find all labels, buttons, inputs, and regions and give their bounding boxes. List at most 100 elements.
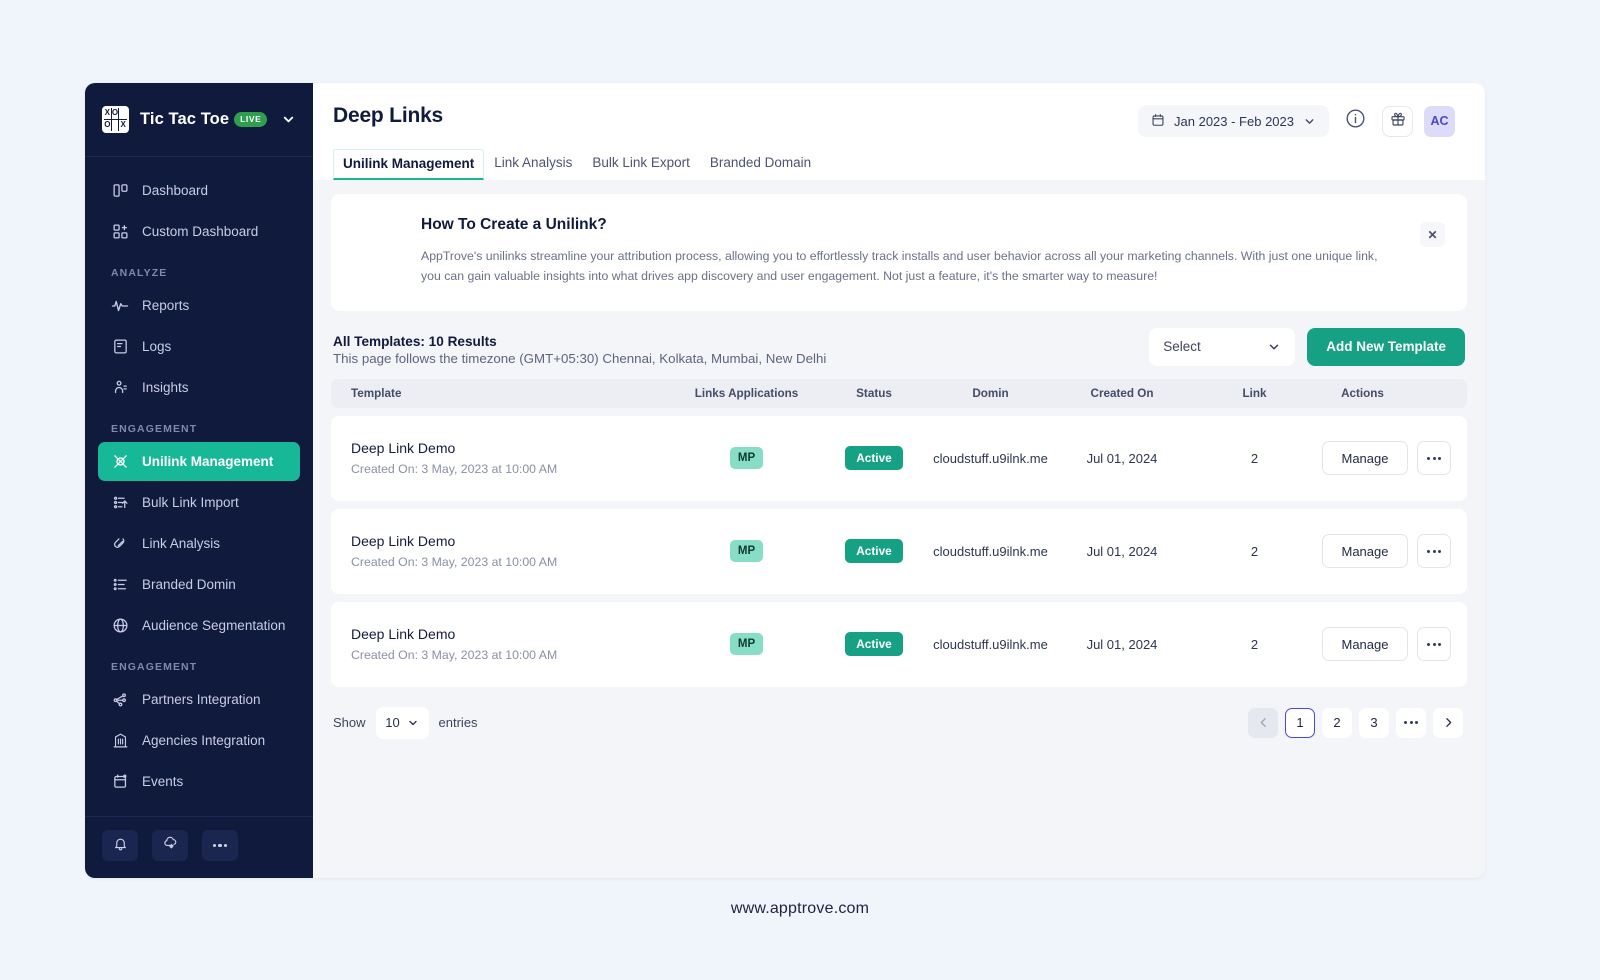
- avatar[interactable]: AC: [1424, 105, 1455, 137]
- sidebar-item-insights[interactable]: Insights: [98, 368, 300, 407]
- chevron-down-icon: [407, 717, 419, 729]
- template-name: Deep Link Demo: [351, 626, 456, 643]
- logs-icon: [111, 338, 129, 356]
- chevron-down-icon: [1303, 115, 1316, 128]
- sidebar-item-label: Unilink Management: [142, 454, 274, 469]
- sidebar-item-link-analysis[interactable]: Link Analysis: [98, 524, 300, 563]
- sidebar-item-label: Insights: [142, 380, 189, 395]
- sidebar-item-bulk-link-import[interactable]: Bulk Link Import: [98, 483, 300, 522]
- row-more-button[interactable]: [1417, 534, 1451, 569]
- sidebar-footer: [85, 816, 313, 878]
- agencies-icon: [111, 732, 129, 750]
- domain-value: cloudstuff.u9ilnk.me: [933, 543, 1048, 559]
- template-name: Deep Link Demo: [351, 533, 456, 550]
- table-row[interactable]: Deep Link Demo Created On: 3 May, 2023 a…: [331, 508, 1467, 594]
- link-count-value: 2: [1250, 543, 1259, 559]
- topbar: Deep Links Jan 2023 - Feb 2023 AC Unilin…: [313, 83, 1485, 180]
- filter-select[interactable]: Select: [1149, 327, 1296, 366]
- column-header-domin: Domin: [972, 386, 1009, 400]
- row-more-button[interactable]: [1417, 627, 1451, 662]
- next-page-button[interactable]: [1433, 707, 1463, 738]
- tab-link-analysis[interactable]: Link Analysis: [484, 149, 582, 180]
- prev-page-button[interactable]: [1248, 707, 1278, 738]
- domain-value: cloudstuff.u9ilnk.me: [933, 636, 1048, 652]
- logo-cell: [119, 108, 127, 120]
- sidebar-item-audience-segmentation[interactable]: Audience Segmentation: [98, 606, 300, 645]
- insights-icon: [111, 379, 129, 397]
- sidebar-item-label: Bulk Link Import: [142, 495, 239, 510]
- filter-select-value: Select: [1163, 339, 1201, 355]
- tab-unilink-management[interactable]: Unilink Management: [333, 149, 485, 180]
- page-size-select[interactable]: 10: [375, 706, 429, 739]
- sidebar: X O O X Tic Tac Toe LIVE Dashboard Custo…: [85, 83, 313, 878]
- template-created-sub: Created On: 3 May, 2023 at 10:00 AM: [351, 462, 558, 477]
- globe-icon: [111, 617, 129, 635]
- close-icon[interactable]: ✕: [1420, 222, 1445, 247]
- rewards-button[interactable]: [1382, 105, 1413, 137]
- more-icon: [1404, 721, 1418, 725]
- pager: 1 2 3: [1248, 707, 1463, 738]
- manage-button[interactable]: Manage: [1322, 534, 1408, 569]
- sidebar-section-engagement-1: ENGAGEMENT: [111, 423, 198, 435]
- bell-icon: [113, 836, 128, 856]
- sidebar-item-logs[interactable]: Logs: [98, 327, 300, 366]
- sidebar-item-label: Events: [142, 774, 184, 789]
- chevron-down-icon[interactable]: [281, 112, 296, 127]
- sidebar-item-branded-domin[interactable]: Branded Domin: [98, 565, 300, 604]
- link-count-value: 2: [1250, 636, 1259, 652]
- footer-url: www.apptrove.com: [730, 900, 870, 917]
- brand-name: Tic Tac Toe: [140, 110, 230, 128]
- page-button-1[interactable]: 1: [1285, 707, 1315, 738]
- brand-switcher[interactable]: X O O X Tic Tac Toe LIVE: [85, 83, 313, 157]
- add-new-template-button[interactable]: Add New Template: [1307, 327, 1465, 366]
- sidebar-item-unilink-management[interactable]: Unilink Management: [98, 442, 300, 481]
- downloads-button[interactable]: [152, 830, 188, 861]
- sidebar-item-label: Logs: [142, 339, 172, 354]
- sidebar-item-reports[interactable]: Reports: [98, 286, 300, 325]
- results-title: All Templates: 10 Results: [333, 333, 497, 349]
- page-tabs: Unilink Management Link Analysis Bulk Li…: [333, 149, 1455, 180]
- dashboard-icon: [111, 182, 129, 200]
- manage-button[interactable]: Manage: [1322, 441, 1408, 476]
- events-icon: [111, 773, 129, 791]
- tic-tac-toe-logo-icon: X O O X: [102, 106, 129, 133]
- pagination-bar: Show 10 entries 1 2 3: [331, 687, 1467, 739]
- sidebar-item-dashboard[interactable]: Dashboard: [98, 171, 300, 210]
- banner-title: How To Create a Unilink?: [421, 216, 607, 233]
- date-range-picker[interactable]: Jan 2023 - Feb 2023: [1138, 105, 1329, 137]
- logo-cell: X: [120, 119, 126, 129]
- row-more-button[interactable]: [1417, 441, 1451, 476]
- page-button-3[interactable]: 3: [1359, 707, 1389, 738]
- notifications-button[interactable]: [102, 830, 138, 861]
- template-name: Deep Link Demo: [351, 440, 456, 457]
- page-button-2[interactable]: 2: [1322, 707, 1352, 738]
- results-bar: All Templates: 10 Results This page foll…: [331, 311, 1467, 379]
- info-button[interactable]: [1340, 106, 1371, 137]
- sidebar-item-label: Agencies Integration: [142, 733, 266, 748]
- templates-table: Template Links Applications Status Domin…: [331, 378, 1467, 687]
- page-ellipsis-button[interactable]: [1396, 707, 1426, 738]
- apps-badge: MP: [729, 540, 764, 563]
- manage-button[interactable]: Manage: [1322, 627, 1408, 662]
- sidebar-item-label: Custom Dashboard: [142, 224, 259, 239]
- more-icon: [212, 843, 228, 848]
- table-row[interactable]: Deep Link Demo Created On: 3 May, 2023 a…: [331, 415, 1467, 501]
- sidebar-item-agencies-integration[interactable]: Agencies Integration: [98, 721, 300, 760]
- more-button[interactable]: [202, 830, 238, 861]
- topbar-actions: Jan 2023 - Feb 2023 AC: [1138, 105, 1455, 137]
- chevron-down-icon: [1267, 340, 1281, 354]
- sidebar-item-events[interactable]: Events: [98, 762, 300, 801]
- status-badge: Active: [845, 632, 903, 657]
- table-row[interactable]: Deep Link Demo Created On: 3 May, 2023 a…: [331, 601, 1467, 687]
- timezone-note: This page follows the timezone (GMT+05:3…: [333, 350, 827, 366]
- tab-branded-domain[interactable]: Branded Domain: [700, 149, 821, 180]
- tab-bulk-link-export[interactable]: Bulk Link Export: [582, 149, 700, 180]
- sidebar-nav: Dashboard Custom Dashboard ANALYZE Repor…: [85, 157, 313, 816]
- bulk-import-icon: [111, 494, 129, 512]
- app-window: X O O X Tic Tac Toe LIVE Dashboard Custo…: [85, 83, 1485, 878]
- logo-cell: O: [104, 119, 112, 131]
- show-label: Show: [333, 715, 366, 731]
- sidebar-item-partners-integration[interactable]: Partners Integration: [98, 680, 300, 719]
- column-header-template: Template: [351, 386, 402, 400]
- sidebar-item-custom-dashboard[interactable]: Custom Dashboard: [98, 212, 300, 251]
